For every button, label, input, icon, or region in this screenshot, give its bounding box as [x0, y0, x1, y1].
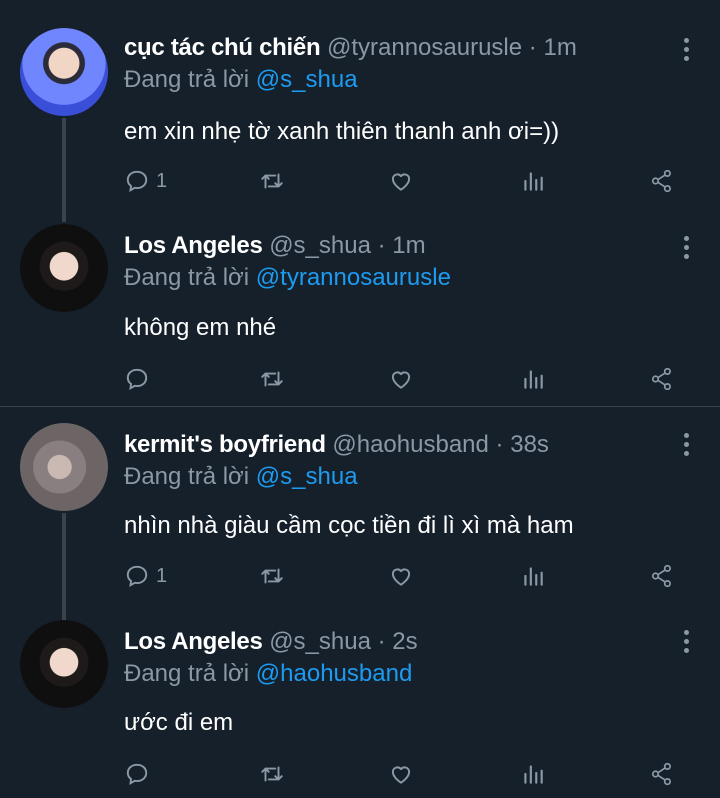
reply-button[interactable]: [124, 759, 156, 789]
tweet-actions: 1: [124, 166, 684, 196]
like-button[interactable]: [388, 561, 414, 591]
reply-icon: [126, 368, 148, 390]
analytics-button[interactable]: [520, 166, 546, 196]
share-icon: [651, 564, 671, 588]
reply-prefix: Đang trả lời: [124, 66, 250, 93]
separator-dot: ·: [377, 628, 386, 655]
analytics-button[interactable]: [520, 364, 546, 394]
like-icon: [391, 173, 411, 191]
tweet-text: nhìn nhà giàu cầm cọc tiền đi lì xì mà h…: [124, 512, 574, 539]
tweet-4[interactable]: Los Angeles @s_shua · 2s Đang trả lời @h…: [0, 607, 720, 798]
timestamp[interactable]: 1m: [392, 232, 425, 259]
reply-prefix: Đang trả lời: [124, 660, 250, 687]
analytics-button[interactable]: [520, 759, 546, 789]
share-icon: [651, 169, 671, 193]
retweet-button[interactable]: [259, 364, 285, 394]
more-icon[interactable]: [684, 630, 690, 657]
reply-prefix: Đang trả lời: [124, 264, 250, 291]
reply-mention[interactable]: @s_shua: [256, 463, 358, 490]
replying-to: Đang trả lời @s_shua: [124, 463, 358, 491]
tweet-header: kermit's boyfriend @haohusband · 38s: [124, 431, 549, 459]
user-handle[interactable]: @s_shua: [269, 232, 371, 259]
analytics-icon: [524, 370, 543, 389]
analytics-icon: [524, 765, 543, 784]
tweet-text: em xin nhẹ tờ xanh thiên thanh anh ơi=)): [124, 118, 560, 145]
more-icon[interactable]: [684, 433, 690, 460]
analytics-icon: [524, 567, 543, 586]
display-name[interactable]: Los Angeles: [124, 232, 263, 259]
retweet-icon: [261, 766, 283, 782]
share-icon: [651, 762, 671, 786]
like-button[interactable]: [388, 364, 414, 394]
separator-dot: ·: [495, 431, 504, 458]
user-handle[interactable]: @haohusband: [332, 431, 489, 458]
replying-to: Đang trả lời @s_shua: [124, 66, 358, 94]
retweet-button[interactable]: [259, 759, 285, 789]
tweet-header: cục tác chú chiến @tyrannosaurusle · 1m: [124, 34, 577, 62]
tweet-header: Los Angeles @s_shua · 2s: [124, 628, 418, 656]
like-button[interactable]: [388, 759, 414, 789]
share-button[interactable]: [649, 364, 675, 394]
reply-icon: [126, 763, 148, 785]
separator-dot: ·: [528, 34, 537, 61]
reply-button[interactable]: [124, 364, 156, 394]
replying-to: Đang trả lời @haohusband: [124, 660, 412, 688]
display-name[interactable]: Los Angeles: [124, 628, 263, 655]
replying-to: Đang trả lời @tyrannosaurusle: [124, 264, 451, 292]
tweet-actions: 1: [124, 561, 684, 591]
tweet-header: Los Angeles @s_shua · 1m: [124, 232, 426, 260]
like-icon: [391, 766, 411, 784]
tweet-2[interactable]: Los Angeles @s_shua · 1m Đang trả lời @t…: [0, 200, 720, 405]
retweet-button[interactable]: [259, 166, 285, 196]
reply-mention[interactable]: @tyrannosaurusle: [256, 264, 451, 291]
analytics-button[interactable]: [520, 561, 546, 591]
retweet-icon: [261, 568, 283, 584]
reply-icon: [126, 170, 148, 192]
tweet-text: ước đi em: [124, 709, 234, 736]
user-handle[interactable]: @s_shua: [269, 628, 371, 655]
reply-count: 1: [156, 564, 168, 587]
reply-mention[interactable]: @s_shua: [256, 66, 358, 93]
retweet-icon: [261, 173, 283, 189]
share-button[interactable]: [649, 759, 675, 789]
avatar[interactable]: [20, 224, 108, 312]
share-button[interactable]: [649, 561, 675, 591]
like-icon: [391, 568, 411, 586]
analytics-icon: [524, 172, 543, 191]
retweet-button[interactable]: [259, 561, 285, 591]
more-icon[interactable]: [684, 236, 690, 263]
timestamp[interactable]: 2s: [392, 628, 417, 655]
share-icon: [651, 367, 671, 391]
separator-dot: ·: [377, 232, 386, 259]
like-button[interactable]: [388, 166, 414, 196]
display-name[interactable]: cục tác chú chiến: [124, 34, 321, 61]
retweet-icon: [261, 371, 283, 387]
timestamp[interactable]: 38s: [510, 431, 549, 458]
tweet-actions: [124, 759, 684, 789]
user-handle[interactable]: @tyrannosaurusle: [327, 34, 522, 61]
reply-button[interactable]: 1: [124, 561, 167, 591]
reply-button[interactable]: 1: [124, 166, 167, 196]
like-icon: [391, 371, 411, 389]
reply-mention[interactable]: @haohusband: [256, 660, 413, 687]
reply-count: 1: [156, 169, 168, 192]
avatar[interactable]: [20, 28, 108, 116]
share-button[interactable]: [649, 166, 675, 196]
tweet-1[interactable]: cục tác chú chiến @tyrannosaurusle · 1m …: [0, 0, 720, 222]
reply-prefix: Đang trả lời: [124, 463, 250, 490]
reply-icon: [126, 565, 148, 587]
avatar[interactable]: [20, 620, 108, 708]
display-name[interactable]: kermit's boyfriend: [124, 431, 326, 458]
avatar[interactable]: [20, 423, 108, 511]
timestamp[interactable]: 1m: [543, 34, 576, 61]
tweet-actions: [124, 364, 684, 394]
tweet-3[interactable]: kermit's boyfriend @haohusband · 38s Đan…: [0, 407, 720, 623]
more-icon[interactable]: [684, 38, 690, 65]
tweet-text: không em nhé: [124, 314, 277, 341]
